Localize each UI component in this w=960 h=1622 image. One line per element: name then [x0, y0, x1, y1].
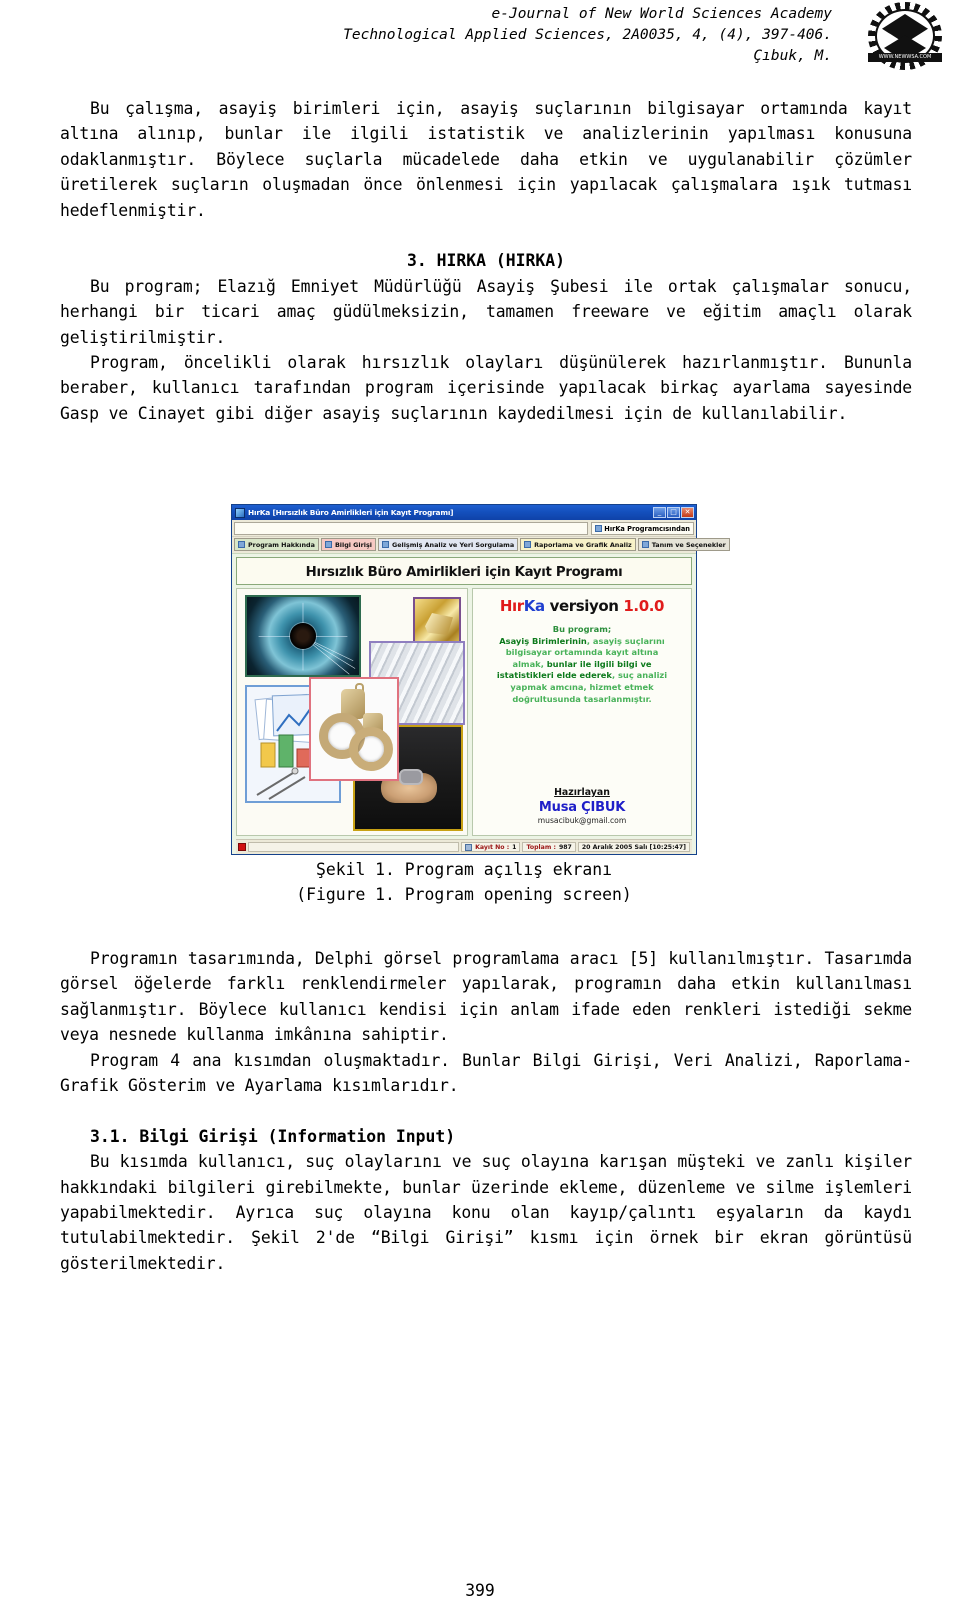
desc-line-4-a: almak,: [512, 658, 547, 669]
desc-line-6: yapmak amcına, hizmet etmek: [510, 681, 654, 692]
paragraph-4: Programın tasarımında, Delphi görsel pro…: [60, 949, 912, 1045]
logo-url-band: WWW.NEWWSA.COM: [868, 53, 942, 62]
status-total: Toplam : 987: [522, 842, 576, 852]
tab-bilgi-girisi[interactable]: Bilgi Girişi: [320, 538, 376, 551]
paragraph-5: Program 4 ana kısımdan oluşmaktadır. Bun…: [60, 1050, 912, 1096]
author-running-head: Çıbuk, M.: [753, 48, 832, 64]
menu-bar: HırKa Programcısından: [232, 520, 696, 536]
info-icon: [238, 541, 245, 548]
total-value: 987: [558, 843, 572, 851]
paragraph-6: Bu kısımda kullanıcı, suç olaylarını ve …: [60, 1152, 912, 1273]
handcuffs-image: [309, 677, 399, 781]
menu-item-programmer-label: HırKa Programcısından: [604, 524, 690, 533]
analysis-icon: [381, 541, 389, 548]
tab-raporlama-grafik[interactable]: Raporlama ve Grafik Analiz: [520, 538, 636, 551]
tab-program-hakkinda[interactable]: Program Hakkında: [234, 538, 319, 551]
handcuff-ring-b: [349, 727, 393, 771]
desc-line-1: Bu program;: [552, 624, 612, 634]
desc-line-4-b: bunlar ile ilgili bilgi ve: [546, 658, 652, 669]
journal-citation: Technological Applied Sciences, 2A0035, …: [343, 27, 832, 43]
version-line: HırKa versiyon 1.0.0: [477, 597, 687, 615]
tab-label: Tanım ve Seçenekler: [651, 540, 726, 549]
input-icon: [324, 541, 332, 548]
desc-line-2-rest: , asayiş suçlarını: [586, 635, 665, 646]
tab-gelismis-analiz[interactable]: Gelişmiş Analiz ve Yeri Sorgulama: [377, 538, 519, 551]
desc-line-2-bold: Asayiş Birimlerinin: [499, 635, 587, 646]
maximize-button[interactable]: □: [667, 507, 680, 518]
status-bar: Kayıt No : 1 Toplam : 987 20 Aralık 2005…: [236, 839, 692, 854]
app-content: Hırsızlık Büro Amirlikleri için Kayıt Pr…: [232, 553, 696, 854]
figure-caption-tr: Şekil 1. Program açılış ekranı: [315, 860, 613, 879]
status-datetime: 20 Aralık 2005 Salı [10:25:47]: [577, 842, 690, 852]
app-banner-text: Hırsızlık Büro Amirlikleri için Kayıt Pr…: [305, 565, 623, 580]
article-body-bottom: Programın tasarımında, Delphi görsel pro…: [60, 946, 912, 1276]
tab-label: Raporlama ve Grafik Analiz: [534, 540, 632, 549]
author-name: Musa ÇIBUK: [538, 800, 626, 815]
settings-icon: [641, 541, 649, 548]
figure-caption: Şekil 1. Program açılış ekranı (Figure 1…: [231, 857, 697, 908]
programmer-icon: [595, 525, 603, 532]
app-screenshot-window: HırKa [Hırsızlık Büro Amirlikleri için K…: [231, 504, 730, 855]
image-collage: [236, 588, 468, 836]
record-label: Kayıt No :: [475, 843, 510, 851]
desc-line-7: doğrultusunda tasarlanmıştır.: [512, 693, 652, 704]
figure-caption-en: (Figure 1. Program opening screen): [296, 885, 632, 905]
status-message-area: [248, 842, 460, 852]
desc-line-5-a: istatistikleri elde ederek: [496, 670, 612, 681]
version-hir: Hır: [499, 597, 524, 615]
minimize-button[interactable]: _: [653, 507, 666, 518]
app-banner: Hırsızlık Büro Amirlikleri için Kayıt Pr…: [236, 557, 692, 585]
record-icon: [465, 843, 473, 851]
figure-1: HırKa [Hırsızlık Büro Amirlikleri için K…: [231, 504, 730, 908]
desc-line-2: Asayiş Birimlerinin, asayiş suçlarını: [480, 636, 684, 648]
status-record-no: Kayıt No : 1: [461, 842, 521, 852]
tab-bar: Program Hakkında Bilgi Girişi Gelişmiş A…: [232, 536, 730, 553]
article-body-top: Bu çalışma, asayiş birimleri için, asayi…: [60, 96, 912, 426]
tab-label: Gelişmiş Analiz ve Yeri Sorgulama: [391, 540, 515, 549]
desc-line-3: bilgisayar ortamında kayıt altına: [505, 647, 659, 658]
version-number: 1.0.0: [623, 597, 665, 615]
record-value: 1: [512, 843, 517, 851]
content-row: HırKa versiyon 1.0.0 Bu program; Asayiş …: [236, 588, 692, 836]
paragraph-1: Bu çalışma, asayiş birimleri için, asayi…: [60, 99, 912, 220]
stop-indicator-icon[interactable]: [238, 843, 246, 851]
desc-line-5-b: , suç analizi: [611, 670, 668, 681]
section-heading-3: 3. HIRKA (HIRKA): [407, 251, 565, 271]
menu-empty-area: [234, 522, 589, 535]
menu-item-programmer[interactable]: HırKa Programcısından: [591, 522, 694, 535]
close-button[interactable]: ✕: [681, 507, 694, 518]
desc-line-5: istatistikleri elde ederek, suç analizi: [480, 670, 684, 682]
info-panel: HırKa versiyon 1.0.0 Bu program; Asayiş …: [472, 588, 692, 836]
window-titlebar: HırKa [Hırsızlık Büro Amirlikleri için K…: [232, 505, 696, 520]
running-head: e-Journal of New World Sciences Academy …: [0, 4, 960, 67]
author-block: Hazırlayan Musa ÇIBUK musacibuk@gmail.co…: [473, 787, 691, 825]
tab-label: Program Hakkında: [248, 540, 315, 549]
page-number: 399: [465, 1581, 495, 1600]
journal-name: e-Journal of New World Sciences Academy: [491, 6, 832, 22]
author-label: Hazırlayan: [554, 787, 610, 798]
paragraph-3: Program, öncelikli olarak hırsızlık olay…: [60, 353, 912, 423]
author-email: musacibuk@gmail.com: [537, 816, 627, 825]
program-description: Bu program; Asayiş Birimlerinin, asayiş …: [477, 624, 687, 705]
app-icon: [235, 507, 245, 518]
crosshair-overlay: [258, 602, 356, 675]
version-word: versiyon: [544, 597, 624, 615]
total-label: Toplam :: [526, 843, 556, 851]
section-heading-3-1: 3.1. Bilgi Girişi (Information Input): [90, 1126, 456, 1146]
eye-scan-image: [245, 595, 361, 677]
window-title: HırKa [Hırsızlık Büro Amirlikleri için K…: [248, 508, 454, 517]
version-ka: Ka: [523, 597, 545, 615]
report-icon: [524, 541, 532, 548]
desc-line-4: almak, bunlar ile ilgili bilgi ve: [480, 659, 684, 671]
tab-label: Bilgi Girişi: [334, 540, 372, 549]
window-buttons: _ □ ✕: [653, 507, 695, 518]
tab-tanim-secenekler[interactable]: Tanım ve Seçenekler: [637, 538, 730, 551]
journal-logo: WWW.NEWWSA.COM: [868, 2, 942, 70]
paragraph-2: Bu program; Elazığ Emniyet Müdürlüğü Asa…: [60, 276, 912, 347]
